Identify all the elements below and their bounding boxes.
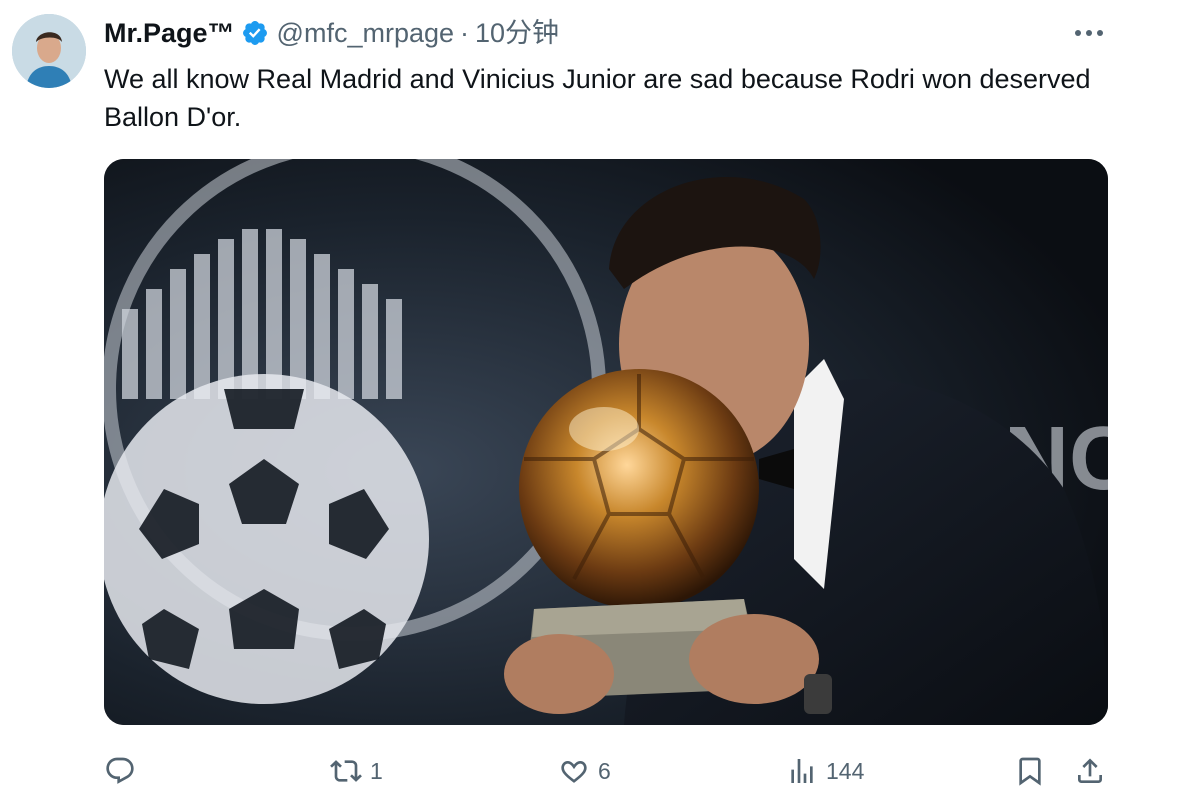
views-icon bbox=[791, 759, 813, 783]
views-button[interactable]: 144 bbox=[786, 748, 864, 794]
heart-icon bbox=[561, 761, 587, 783]
like-count: 6 bbox=[598, 757, 611, 784]
display-name[interactable]: Mr.Page™ bbox=[104, 16, 235, 50]
retweet-button[interactable]: 1 bbox=[330, 748, 383, 794]
retweet-icon bbox=[330, 760, 362, 782]
tweet-header: Mr.Page™ @mfc_mrpage · 10分钟 bbox=[104, 16, 559, 50]
tweet-actions-bar: 1 6 144 bbox=[0, 748, 1200, 794]
retweet-count: 1 bbox=[370, 757, 383, 784]
handle[interactable]: @mfc_mrpage bbox=[277, 16, 454, 50]
ballon-dor-photo: NC bbox=[104, 159, 1108, 725]
avatar-photo bbox=[12, 14, 86, 88]
views-count: 144 bbox=[826, 757, 865, 784]
bookmark-button[interactable] bbox=[1014, 748, 1046, 794]
timestamp[interactable]: 10分钟 bbox=[475, 16, 559, 50]
share-button[interactable] bbox=[1074, 748, 1106, 794]
more-dots-icon bbox=[1075, 30, 1103, 36]
tweet-media-image[interactable]: NC bbox=[104, 159, 1108, 725]
separator: · bbox=[460, 18, 470, 48]
more-options-button[interactable] bbox=[1066, 20, 1112, 46]
tweet-text: We all know Real Madrid and Vinicius Jun… bbox=[104, 64, 1091, 132]
share-icon bbox=[1078, 758, 1102, 783]
avatar[interactable] bbox=[12, 14, 86, 88]
verified-badge-icon bbox=[242, 21, 267, 45]
like-button[interactable]: 6 bbox=[558, 748, 611, 794]
reply-icon bbox=[106, 757, 134, 784]
reply-button[interactable] bbox=[104, 748, 144, 794]
bookmark-icon bbox=[1019, 757, 1041, 786]
